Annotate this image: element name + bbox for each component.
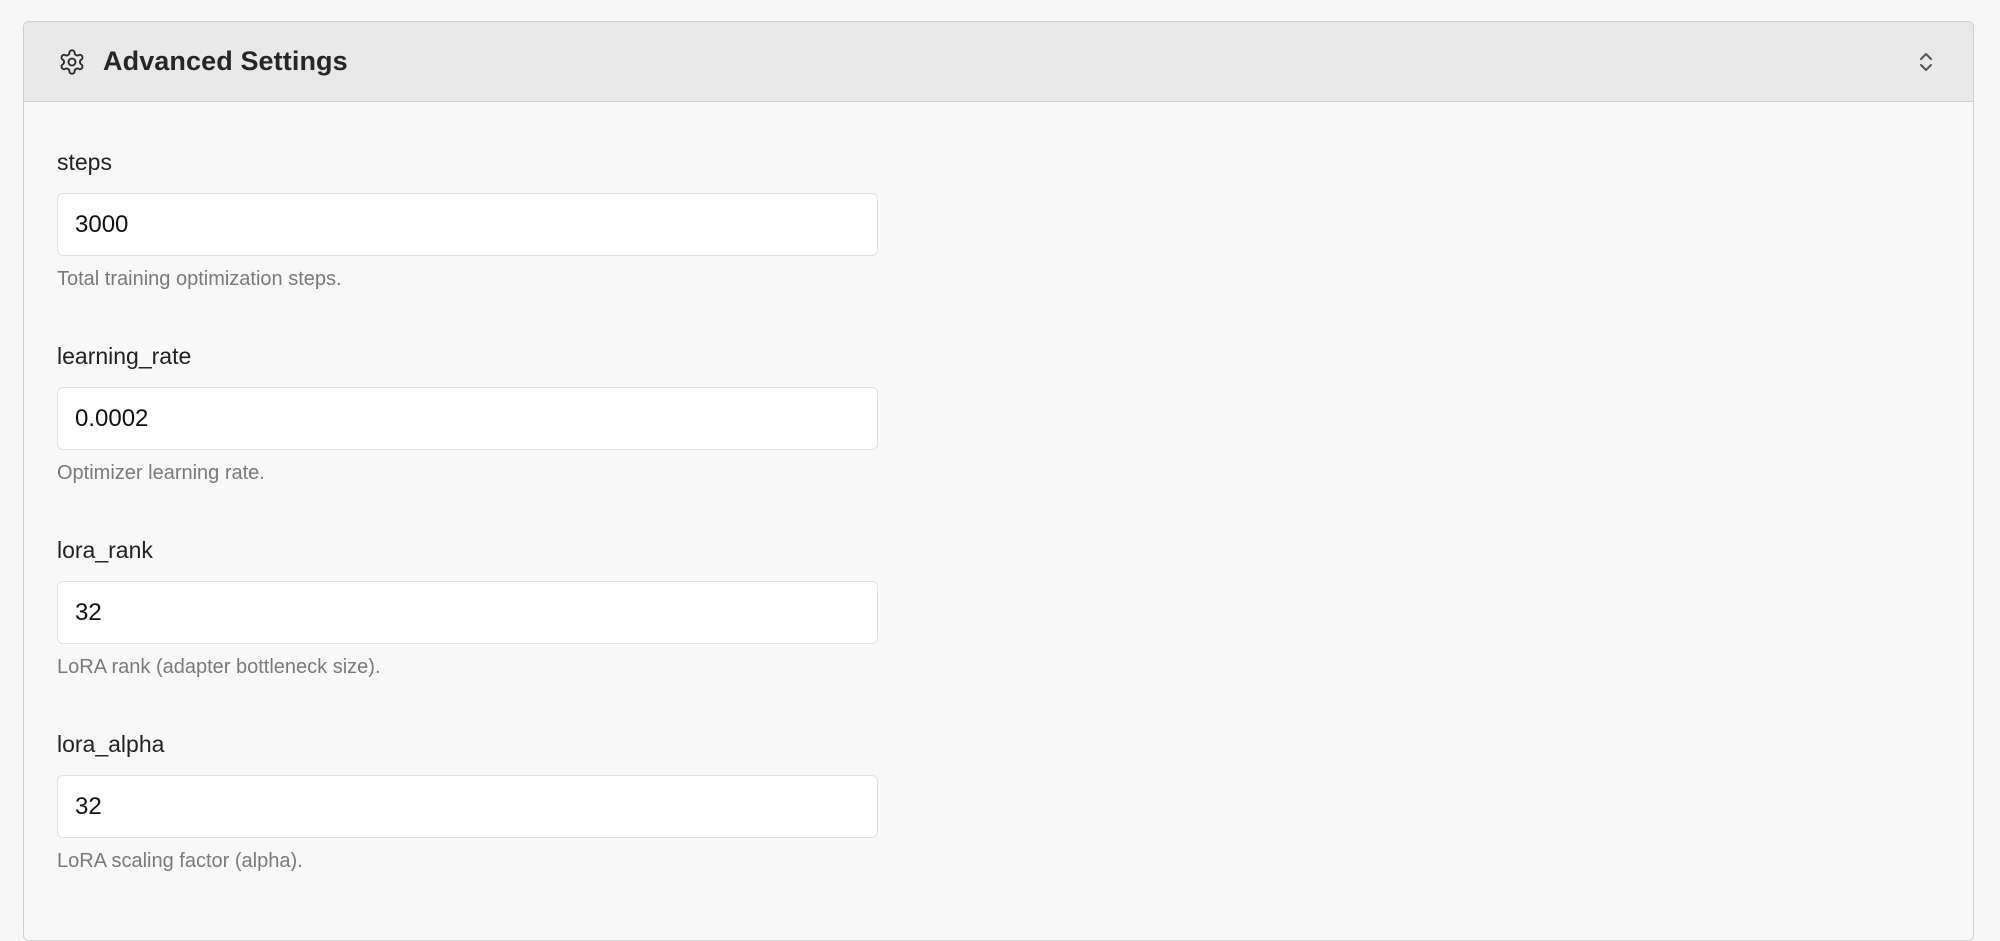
gear-icon [57,47,87,77]
field-label: learning_rate [57,343,192,369]
lora-rank-input[interactable] [57,581,878,644]
lora-alpha-input[interactable] [57,775,878,838]
settings-form: steps Total training optimization steps.… [24,102,1973,924]
panel-title: Advanced Settings [103,46,348,76]
field-label: lora_alpha [57,731,165,757]
field-lora-rank: lora_rank LoRA rank (adapter bottleneck … [57,536,1973,730]
field-help-text: Total training optimization steps. [57,268,342,290]
steps-input[interactable] [57,193,878,256]
field-learning-rate: learning_rate Optimizer learning rate. [57,342,1973,536]
advanced-settings-header[interactable]: Advanced Settings [24,22,1973,102]
field-help-text: Optimizer learning rate. [57,462,265,484]
chevron-up-down-icon[interactable] [1913,47,1939,77]
field-help-text: LoRA scaling factor (alpha). [57,850,303,872]
field-label: lora_rank [57,537,153,563]
field-label: steps [57,149,112,175]
field-steps: steps Total training optimization steps. [57,148,1973,342]
field-lora-alpha: lora_alpha LoRA scaling factor (alpha). [57,730,1973,924]
learning-rate-input[interactable] [57,387,878,450]
advanced-settings-panel: Advanced Settings steps Total training o… [23,21,1974,941]
field-help-text: LoRA rank (adapter bottleneck size). [57,656,381,678]
